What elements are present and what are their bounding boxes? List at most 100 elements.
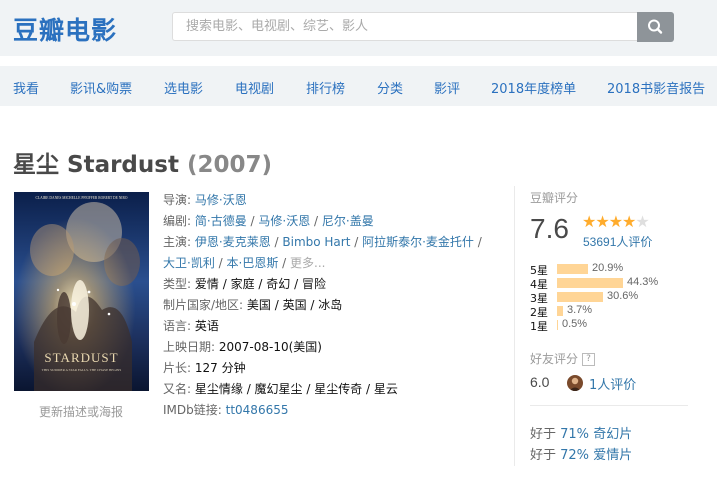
friend-score: 6.0: [530, 374, 550, 390]
rating-bar: [557, 292, 603, 302]
poster-title: STARDUST: [44, 350, 118, 365]
cast-link[interactable]: 本·巴恩斯: [227, 256, 279, 270]
friend-rating-title: 好友评分?: [530, 350, 596, 367]
help-icon[interactable]: ?: [582, 353, 596, 366]
better-than-prefix: 好于: [530, 448, 561, 463]
rating-bar: [557, 278, 623, 288]
cast-link[interactable]: 大卫·凯利: [163, 256, 215, 270]
imdb-link[interactable]: tt0486655: [226, 403, 289, 417]
better-than-genre[interactable]: 爱情片: [593, 448, 632, 463]
star-full-icon: ★: [608, 214, 623, 231]
better-than-pct[interactable]: 71%: [560, 427, 589, 442]
movie-info: 导演: 马修·沃恩 编剧: 简·古德曼 / 马修·沃恩 / 尼尔·盖曼 主演: …: [163, 190, 503, 421]
rating-bar: [557, 264, 588, 274]
cast-row: 主演: 伊恩·麦克莱恩 / Bimbo Hart / 阿拉斯泰尔·麦金托什 /: [163, 235, 482, 249]
rating-bar: [557, 306, 563, 316]
poster-image: CLAIRE DANES MICHELLE PFEIFFER ROBERT DE…: [14, 192, 149, 391]
rating-stars: ★★★★★: [582, 212, 650, 232]
star-empty-icon: ★: [635, 214, 649, 231]
cast-link[interactable]: Bimbo Hart: [282, 235, 350, 249]
region-value: 美国 / 英国 / 冰岛: [246, 298, 343, 312]
poster-cast-line: CLAIRE DANES MICHELLE PFEIFFER ROBERT DE…: [36, 196, 128, 200]
region-row: 制片国家/地区: 美国 / 英国 / 冰岛: [163, 295, 503, 316]
language-value: 英语: [194, 319, 219, 333]
rating-percent: 3.7%: [567, 304, 593, 316]
movie-poster[interactable]: CLAIRE DANES MICHELLE PFEIFFER ROBERT DE…: [14, 192, 149, 391]
better-than-row: 好于 72% 爱情片: [530, 444, 632, 463]
writer-link[interactable]: 简·古德曼: [195, 214, 247, 228]
runtime-value: 127 分钟: [194, 361, 246, 375]
region-label: 制片国家/地区:: [163, 298, 244, 312]
search-input[interactable]: 搜索电影、电视剧、综艺、影人: [172, 12, 637, 41]
avatar[interactable]: [567, 375, 583, 391]
star-full-icon: ★: [595, 214, 609, 231]
writer-link[interactable]: 马修·沃恩: [258, 214, 310, 228]
nav-item-showtimes[interactable]: 影讯&购票: [70, 78, 132, 97]
genre-row: 类型: 爱情 / 家庭 / 奇幻 / 冒险: [163, 277, 326, 291]
cast-more-link[interactable]: 更多...: [290, 256, 325, 270]
nav-item-explore[interactable]: 选电影: [164, 78, 203, 97]
search-icon: [648, 19, 663, 34]
page-title: 星尘 Stardust (2007): [13, 145, 272, 179]
rating-bar: [557, 320, 558, 330]
imdb-label: IMDb链接:: [163, 403, 222, 417]
movie-title: 星尘 Stardust: [13, 152, 179, 178]
release-label: 上映日期:: [163, 340, 216, 354]
nav-item-annual-list[interactable]: 2018年度榜单: [491, 78, 576, 97]
genre: 爱情: [194, 277, 219, 291]
nav-item-categories[interactable]: 分类: [377, 78, 403, 97]
poster-tagline: THIS SUMMER A STAR FALLS. THE CHASE BEGI…: [42, 368, 122, 372]
director-link[interactable]: 马修·沃恩: [195, 193, 247, 207]
aka-row: 又名: 星尘情缘 / 魔幻星尘 / 星尘传奇 / 星云: [163, 379, 503, 400]
genre: 奇幻: [266, 277, 291, 291]
rating-title: 豆瓣评分: [530, 191, 579, 205]
site-header: 豆瓣电影 搜索电影、电视剧、综艺、影人: [0, 0, 717, 56]
writer-row: 编剧: 简·古德曼 / 马修·沃恩 / 尼尔·盖曼: [163, 214, 374, 228]
better-than-row: 好于 71% 奇幻片: [530, 423, 632, 442]
nav-item-tv[interactable]: 电视剧: [235, 78, 274, 97]
aka-label: 又名:: [163, 382, 192, 396]
aka-value: 星尘情缘 / 魔幻星尘 / 星尘传奇 / 星云: [194, 382, 398, 396]
cast-label: 主演:: [163, 235, 192, 249]
writer-link[interactable]: 尼尔·盖曼: [322, 214, 374, 228]
director-row: 导演: 马修·沃恩: [163, 190, 503, 211]
friend-rating-label: 好友评分: [530, 352, 579, 366]
director-label: 导演:: [163, 193, 192, 207]
nav-item-annual-report[interactable]: 2018书影音报告: [607, 78, 705, 97]
friend-count-link[interactable]: 1人评价: [589, 374, 636, 393]
nav-item-mine[interactable]: 我看: [13, 78, 39, 97]
release-row: 上映日期: 2007-08-10(美国): [163, 337, 503, 358]
star-full-icon: ★: [582, 214, 596, 231]
cast-link[interactable]: 阿拉斯泰尔·麦金托什: [362, 235, 474, 249]
update-poster-link[interactable]: 更新描述或海报: [39, 403, 123, 420]
language-label: 语言:: [163, 319, 192, 333]
cast-row-continued: 大卫·凯利 / 本·巴恩斯 / 更多...: [163, 256, 326, 270]
better-than-pct[interactable]: 72%: [560, 448, 589, 463]
nav-item-reviews[interactable]: 影评: [434, 78, 460, 97]
genre: 家庭: [230, 277, 255, 291]
rating-percent: 0.5%: [562, 318, 588, 330]
search-button[interactable]: [637, 12, 674, 42]
runtime-row: 片长: 127 分钟: [163, 358, 503, 379]
release-value: 2007-08-10(美国): [218, 340, 322, 354]
main-nav: 我看 影讯&购票 选电影 电视剧 排行榜 分类 影评 2018年度榜单 2018…: [0, 66, 717, 106]
genre-label: 类型:: [163, 277, 192, 291]
genre: 冒险: [301, 277, 326, 291]
nav-item-charts[interactable]: 排行榜: [306, 78, 345, 97]
runtime-label: 片长:: [163, 361, 192, 375]
rating-score: 7.6: [530, 213, 569, 244]
star-full-icon: ★: [622, 214, 636, 231]
rating-votes-link[interactable]: 53691人评价: [583, 233, 652, 250]
rating-panel: 豆瓣评分 7.6 ★★★★★ 53691人评价 5星 20.9% 4星 44.3% 3星…: [514, 186, 695, 466]
rating-percent: 44.3%: [627, 276, 659, 288]
better-than-prefix: 好于: [530, 427, 561, 442]
better-than-genre[interactable]: 奇幻片: [593, 427, 632, 442]
rating-percent: 20.9%: [592, 262, 624, 274]
imdb-row: IMDb链接: tt0486655: [163, 400, 503, 421]
cast-link[interactable]: 伊恩·麦克莱恩: [195, 235, 271, 249]
rating-percent: 30.6%: [607, 290, 639, 302]
douban-movie-logo[interactable]: 豆瓣电影: [13, 11, 117, 47]
divider: [530, 405, 688, 406]
rating-star-label: 1星: [530, 320, 548, 333]
movie-year: (2007): [186, 152, 273, 178]
